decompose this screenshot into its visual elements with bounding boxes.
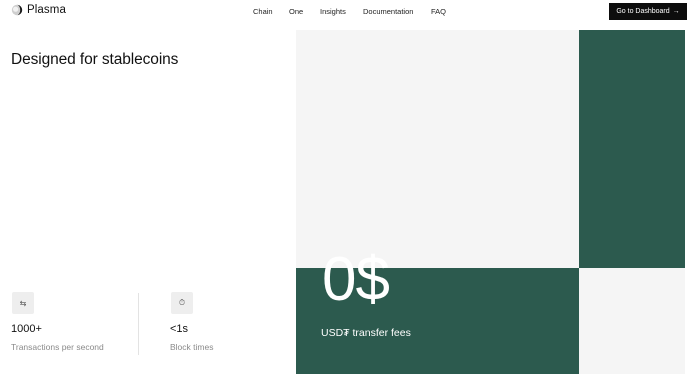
stat-value-block-time: <1s (170, 323, 189, 335)
go-to-dashboard-button[interactable]: Go to Dashboard → (609, 3, 687, 20)
top-nav-bar: Plasma Chain One Insights Documentation … (0, 0, 700, 25)
nav-link-chain[interactable]: Chain (253, 7, 273, 16)
stat-label-block-time: Block times (170, 342, 214, 352)
main-nav: Chain One Insights Documentation FAQ (0, 7, 700, 19)
page-heading: Designed for stablecoins (11, 51, 179, 68)
feature-block-light-bottom (579, 268, 685, 374)
stopwatch-icon: ⏱ (171, 292, 193, 314)
swap-arrows-icon: ⇆ (12, 292, 34, 314)
nav-link-faq[interactable]: FAQ (431, 7, 446, 16)
go-to-dashboard-label: Go to Dashboard (616, 8, 670, 15)
fee-label: USD₮ transfer fees (321, 327, 411, 339)
nav-link-documentation[interactable]: Documentation (363, 7, 413, 16)
stat-label-tps: Transactions per second (11, 342, 104, 352)
feature-block-light-top (296, 30, 579, 268)
arrow-right-icon: → (672, 8, 680, 15)
feature-block-green-top (579, 30, 685, 268)
nav-link-insights[interactable]: Insights (320, 7, 346, 16)
nav-link-one[interactable]: One (289, 7, 303, 16)
stat-divider (138, 293, 139, 355)
stat-value-tps: 1000+ (11, 323, 42, 335)
fee-value: 0$ (322, 245, 390, 314)
